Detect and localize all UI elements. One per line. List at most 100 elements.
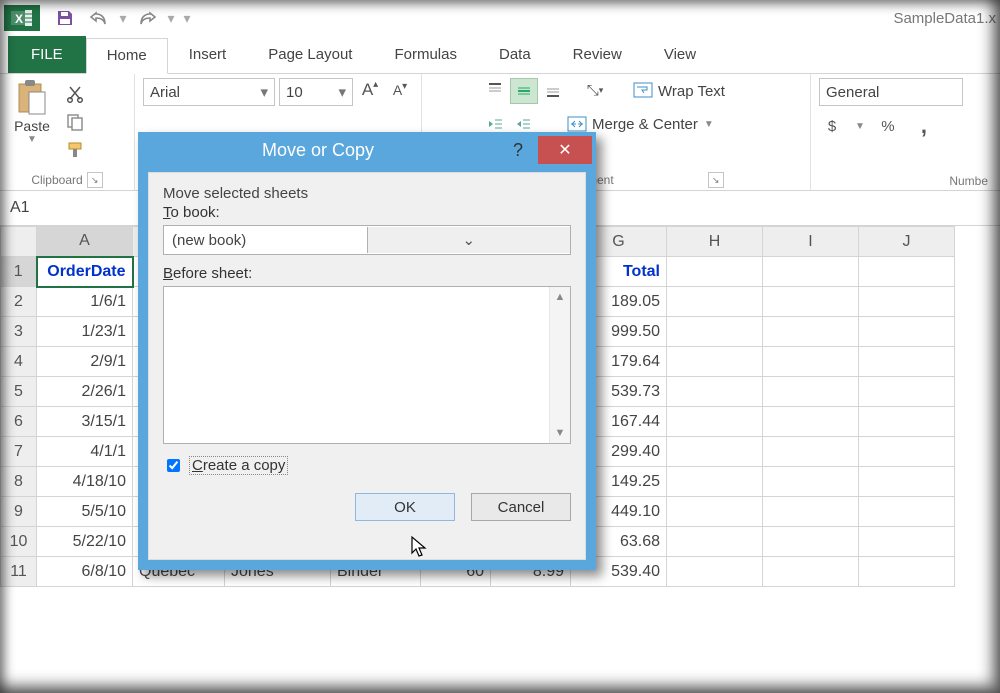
create-copy-label[interactable]: Create a copy bbox=[189, 456, 288, 475]
cell[interactable]: 3/15/1 bbox=[37, 407, 133, 437]
cell[interactable]: 4/18/10 bbox=[37, 467, 133, 497]
align-top-icon[interactable] bbox=[482, 78, 508, 102]
row-header[interactable]: 10 bbox=[1, 527, 37, 557]
row-header[interactable]: 1 bbox=[1, 257, 37, 287]
column-header[interactable]: J bbox=[859, 227, 955, 257]
cell[interactable] bbox=[763, 257, 859, 287]
cell[interactable] bbox=[763, 407, 859, 437]
listbox-scrollbar[interactable]: ▲▼ bbox=[549, 287, 570, 443]
cell[interactable] bbox=[667, 317, 763, 347]
alignment-launcher[interactable]: ↘ bbox=[708, 172, 724, 188]
cell[interactable] bbox=[859, 347, 955, 377]
comma-icon[interactable]: , bbox=[911, 114, 937, 138]
undo-button[interactable] bbox=[82, 3, 116, 33]
cell[interactable]: 5/5/10 bbox=[37, 497, 133, 527]
redo-button[interactable] bbox=[130, 3, 164, 33]
cell[interactable]: 5/22/10 bbox=[37, 527, 133, 557]
cell[interactable] bbox=[763, 557, 859, 587]
cell[interactable] bbox=[667, 497, 763, 527]
cell[interactable] bbox=[859, 467, 955, 497]
tab-home[interactable]: Home bbox=[86, 38, 168, 74]
row-header[interactable]: 7 bbox=[1, 437, 37, 467]
cell[interactable] bbox=[763, 317, 859, 347]
shrink-font-icon[interactable]: A▾ bbox=[387, 78, 413, 102]
wrap-text-label[interactable]: Wrap Text bbox=[658, 83, 725, 100]
tab-page-layout[interactable]: Page Layout bbox=[247, 37, 373, 73]
cell[interactable] bbox=[763, 527, 859, 557]
chevron-down-icon[interactable]: ⌄ bbox=[367, 227, 571, 253]
cell[interactable] bbox=[859, 407, 955, 437]
tab-view[interactable]: View bbox=[643, 37, 717, 73]
column-header[interactable]: I bbox=[763, 227, 859, 257]
cell[interactable] bbox=[859, 527, 955, 557]
row-header[interactable]: 3 bbox=[1, 317, 37, 347]
name-box[interactable]: A1 bbox=[0, 191, 139, 225]
create-copy-checkbox[interactable] bbox=[167, 459, 180, 472]
cell[interactable]: OrderDate bbox=[37, 257, 133, 287]
copy-button[interactable] bbox=[62, 110, 88, 134]
format-painter-button[interactable] bbox=[62, 138, 88, 162]
qat-customize[interactable]: ▾ bbox=[178, 3, 196, 33]
cell[interactable] bbox=[763, 347, 859, 377]
number-format-select[interactable]: General bbox=[819, 78, 963, 106]
orientation-icon[interactable]: ⤡▾ bbox=[582, 78, 608, 102]
dialog-help-button[interactable]: ? bbox=[498, 140, 538, 161]
row-header[interactable]: 11 bbox=[1, 557, 37, 587]
align-bottom-icon[interactable] bbox=[540, 78, 566, 102]
cell[interactable]: 2/26/1 bbox=[37, 377, 133, 407]
row-header[interactable]: 8 bbox=[1, 467, 37, 497]
paste-button[interactable]: Paste ▼ bbox=[8, 78, 56, 145]
cell[interactable] bbox=[859, 497, 955, 527]
cell[interactable] bbox=[763, 497, 859, 527]
before-sheet-listbox[interactable]: ▲▼ bbox=[163, 286, 571, 444]
cell[interactable] bbox=[667, 257, 763, 287]
cell[interactable]: 2/9/1 bbox=[37, 347, 133, 377]
cell[interactable]: 1/6/1 bbox=[37, 287, 133, 317]
font-name-select[interactable]: Arial▾ bbox=[143, 78, 275, 106]
tab-data[interactable]: Data bbox=[478, 37, 552, 73]
column-header[interactable]: H bbox=[667, 227, 763, 257]
cell[interactable] bbox=[667, 527, 763, 557]
cell[interactable] bbox=[859, 437, 955, 467]
cell[interactable]: 4/1/1 bbox=[37, 437, 133, 467]
cancel-button[interactable]: Cancel bbox=[471, 493, 571, 521]
tab-formulas[interactable]: Formulas bbox=[373, 37, 478, 73]
percent-icon[interactable]: % bbox=[875, 114, 901, 138]
column-header[interactable]: A bbox=[37, 227, 133, 257]
clipboard-launcher[interactable]: ↘ bbox=[87, 172, 103, 188]
cell[interactable] bbox=[763, 467, 859, 497]
cell[interactable] bbox=[859, 287, 955, 317]
cut-button[interactable] bbox=[62, 82, 88, 106]
row-header[interactable]: 2 bbox=[1, 287, 37, 317]
row-header[interactable]: 5 bbox=[1, 377, 37, 407]
align-middle-icon[interactable] bbox=[510, 78, 538, 104]
cell[interactable] bbox=[763, 287, 859, 317]
undo-dropdown[interactable]: ▾ bbox=[116, 3, 130, 33]
cell[interactable] bbox=[859, 257, 955, 287]
cell[interactable] bbox=[667, 437, 763, 467]
cell[interactable] bbox=[667, 407, 763, 437]
ok-button[interactable]: OK bbox=[355, 493, 455, 521]
merge-label[interactable]: Merge & Center bbox=[592, 116, 698, 133]
redo-dropdown[interactable]: ▾ bbox=[164, 3, 178, 33]
currency-icon[interactable]: $ bbox=[819, 114, 845, 138]
to-book-combo[interactable]: (new book) ⌄ bbox=[163, 225, 571, 255]
row-header[interactable]: 6 bbox=[1, 407, 37, 437]
cell[interactable] bbox=[667, 287, 763, 317]
row-header[interactable]: 4 bbox=[1, 347, 37, 377]
cell[interactable] bbox=[667, 347, 763, 377]
row-header[interactable]: 9 bbox=[1, 497, 37, 527]
dialog-close-button[interactable]: ✕ bbox=[538, 136, 592, 164]
save-button[interactable] bbox=[48, 3, 82, 33]
cell[interactable] bbox=[859, 317, 955, 347]
cell[interactable] bbox=[667, 377, 763, 407]
tab-insert[interactable]: Insert bbox=[168, 37, 248, 73]
cell[interactable] bbox=[859, 557, 955, 587]
wrap-text-icon[interactable] bbox=[630, 78, 656, 102]
cell[interactable] bbox=[859, 377, 955, 407]
grow-font-icon[interactable]: A▴ bbox=[357, 78, 383, 102]
tab-review[interactable]: Review bbox=[552, 37, 643, 73]
font-size-select[interactable]: 10▾ bbox=[279, 78, 353, 106]
cell[interactable] bbox=[763, 437, 859, 467]
cell[interactable] bbox=[763, 377, 859, 407]
